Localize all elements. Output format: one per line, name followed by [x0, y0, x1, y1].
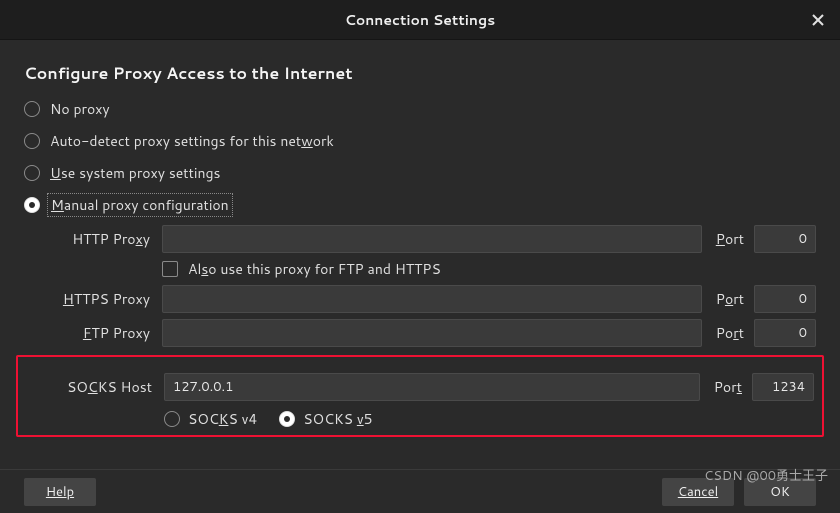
radio-label: Manual proxy configuration: [47, 193, 233, 217]
ftp-proxy-label: FTP Proxy: [24, 323, 154, 343]
dialog-body: Configure Proxy Access to the Internet N…: [0, 40, 840, 469]
http-proxy-port-input[interactable]: [754, 225, 816, 253]
connection-settings-dialog: Connection Settings Configure Proxy Acce…: [0, 0, 840, 513]
ok-button[interactable]: OK: [744, 478, 816, 506]
https-proxy-label: HTTPS Proxy: [24, 289, 154, 309]
radio-manual-proxy[interactable]: Manual proxy configuration: [24, 193, 816, 217]
ftp-proxy-port-input[interactable]: [754, 319, 816, 347]
http-proxy-host-input[interactable]: [162, 225, 702, 253]
http-proxy-port-label: Port: [710, 229, 746, 249]
socks-version-row: SOCKS v4 SOCKS v5: [164, 409, 814, 429]
checkbox-icon: [162, 261, 178, 277]
radio-icon: [24, 101, 40, 117]
radio-socks-v5[interactable]: SOCKS v5: [279, 409, 372, 429]
https-proxy-port-input[interactable]: [754, 285, 816, 313]
radio-icon: [24, 133, 40, 149]
radio-icon: [279, 411, 295, 427]
https-proxy-host-input[interactable]: [162, 285, 702, 313]
radio-label: SOCKS v5: [303, 409, 372, 429]
radio-auto-detect[interactable]: Auto-detect proxy settings for this netw…: [24, 129, 816, 153]
also-use-proxy-label: Also use this proxy for FTP and HTTPS: [188, 259, 441, 279]
radio-label: SOCKS v4: [188, 409, 257, 429]
radio-label: No proxy: [50, 99, 110, 119]
socks-port-label: Port: [708, 377, 744, 397]
radio-socks-v4[interactable]: SOCKS v4: [164, 409, 257, 429]
radio-system-proxy[interactable]: Use system proxy settings: [24, 161, 816, 185]
ftp-proxy-port-label: Port: [710, 323, 746, 343]
http-proxy-label: HTTP Proxy: [24, 229, 154, 249]
dialog-footer: Help Cancel OK: [0, 469, 840, 513]
socks-port-input[interactable]: [752, 373, 814, 401]
ftp-proxy-row: FTP Proxy Port: [24, 319, 816, 347]
radio-icon: [24, 197, 40, 213]
section-title: Configure Proxy Access to the Internet: [24, 62, 816, 85]
radio-icon: [24, 165, 40, 181]
socks-host-row: SOCKS Host Port: [26, 373, 814, 401]
radio-label: Auto-detect proxy settings for this netw…: [50, 131, 334, 151]
socks-host-label: SOCKS Host: [26, 377, 156, 397]
https-proxy-port-label: Port: [710, 289, 746, 309]
close-icon: [811, 13, 825, 27]
radio-icon: [164, 411, 180, 427]
socks-highlight-box: SOCKS Host Port SOCKS v4 SOCKS v5: [16, 355, 824, 437]
https-proxy-row: HTTPS Proxy Port: [24, 285, 816, 313]
titlebar: Connection Settings: [0, 0, 840, 40]
ftp-proxy-host-input[interactable]: [162, 319, 702, 347]
http-proxy-row: HTTP Proxy Port: [24, 225, 816, 253]
cancel-button[interactable]: Cancel: [662, 478, 734, 506]
radio-label: Use system proxy settings: [50, 163, 221, 183]
radio-no-proxy[interactable]: No proxy: [24, 97, 816, 121]
help-button[interactable]: Help: [24, 478, 96, 506]
socks-host-input[interactable]: [164, 373, 700, 401]
close-button[interactable]: [808, 10, 828, 30]
also-use-proxy-row[interactable]: Also use this proxy for FTP and HTTPS: [162, 259, 816, 279]
dialog-title: Connection Settings: [345, 10, 495, 30]
manual-proxy-form: HTTP Proxy Port Also use this proxy for …: [24, 225, 816, 437]
